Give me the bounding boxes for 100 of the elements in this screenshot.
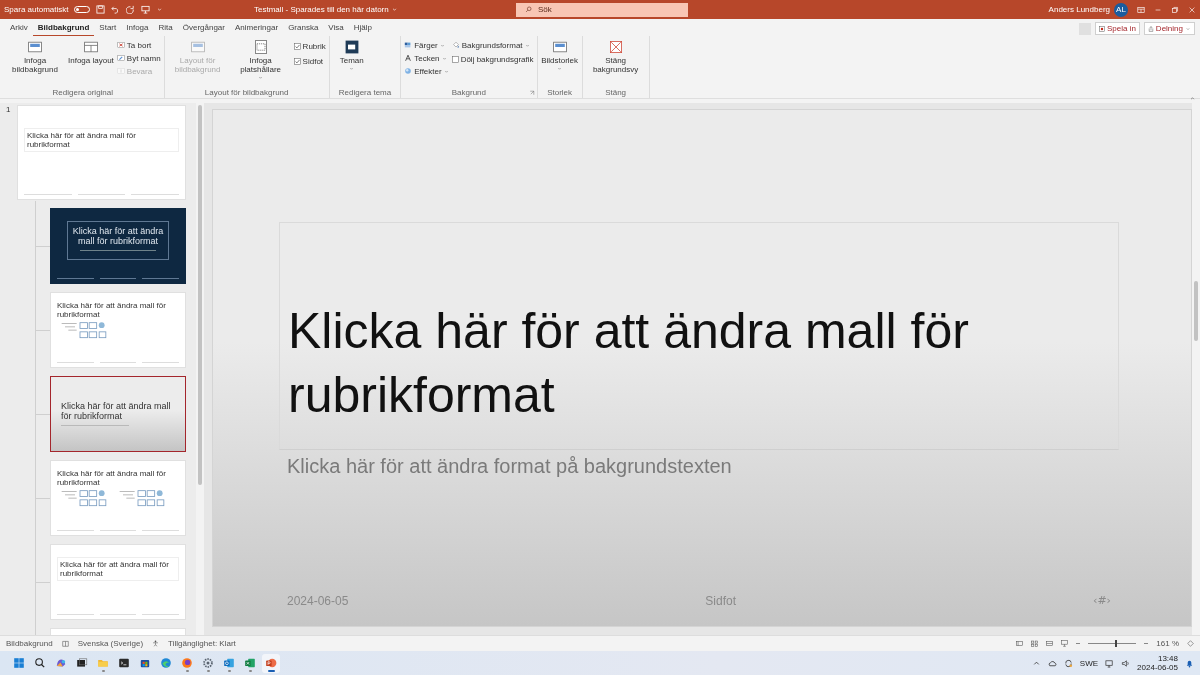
share-button[interactable]: Delning bbox=[1143, 22, 1195, 35]
taskbar-app[interactable] bbox=[262, 653, 280, 673]
caret-icon bbox=[524, 42, 530, 48]
slide-thumbnail[interactable]: Klicka här för att ändra mall för rubrikformat bbox=[50, 208, 186, 284]
search-field[interactable]: Sök bbox=[516, 2, 688, 17]
ribbon-button[interactable]: Teman bbox=[332, 39, 371, 71]
record-button[interactable]: Spela in bbox=[1094, 22, 1140, 35]
caret-icon bbox=[439, 42, 445, 48]
rename-icon bbox=[116, 54, 125, 62]
slide-thumbnail[interactable]: Klicka här för att ändra mall för rubrikformat bbox=[17, 105, 186, 200]
checkbox-checked-icon bbox=[293, 42, 301, 50]
language-label[interactable]: Svenska (Sverige) bbox=[77, 639, 144, 648]
slide-thumbnail[interactable]: Klicka här för att ändra mall för rubrikformat bbox=[50, 460, 186, 536]
zoom-thumb[interactable] bbox=[1114, 640, 1117, 647]
slide-title: Klicka här för att ändra mall för rubrikformat bbox=[288, 302, 970, 425]
thumbnail-title: Klicka här för att ändra mall för rubrikformat bbox=[71, 226, 165, 247]
scrollbar[interactable] bbox=[1192, 103, 1200, 635]
checkbox-checked-icon bbox=[293, 57, 301, 65]
checkbox[interactable]: Rubrik bbox=[293, 39, 326, 53]
caret-icon bbox=[349, 65, 355, 71]
slide-thumbnail[interactable]: Klicka här för att ändra mall för rubrikformat bbox=[50, 544, 186, 620]
checkbox[interactable]: Sidfot bbox=[293, 54, 326, 68]
folder-icon bbox=[97, 657, 109, 669]
slide-thumbnail[interactable]: Klicka här för att ändra mall för rubrikformat bbox=[50, 376, 186, 452]
slide-thumbnail[interactable]: Klicka här för att ändra mall för rubrikformat bbox=[50, 292, 186, 368]
clock-date[interactable]: 2024-06-05 bbox=[1137, 663, 1178, 673]
ribbon-display-icon[interactable] bbox=[1137, 5, 1145, 14]
restore-icon[interactable] bbox=[1171, 5, 1179, 14]
sync-icon[interactable] bbox=[1063, 658, 1073, 668]
group-label: Redigera tema bbox=[338, 88, 392, 97]
thumbnail-title: Klicka här för att ändra mall för rubrikformat bbox=[27, 131, 137, 150]
fit-slide-icon[interactable] bbox=[1187, 640, 1194, 647]
group-label: Bakgrund bbox=[451, 88, 486, 97]
palette-icon bbox=[404, 41, 413, 49]
thumbnail-title: Klicka här för att ändra mall för rubrikformat bbox=[57, 469, 167, 488]
ribbon-button[interactable]: Effekter bbox=[404, 65, 449, 77]
windows-icon bbox=[13, 657, 25, 669]
presentation-icon[interactable] bbox=[1061, 640, 1069, 647]
presentation-icon[interactable] bbox=[141, 5, 151, 14]
ribbon-tab[interactable]: Start bbox=[94, 22, 122, 36]
caret-icon[interactable] bbox=[390, 6, 398, 13]
user-avatar[interactable]: AL bbox=[1114, 2, 1128, 17]
slide-number: 1 bbox=[6, 105, 12, 114]
clock-time[interactable]: 13:48 bbox=[1157, 653, 1178, 663]
group-label: Layout för bildbakgrund bbox=[204, 88, 289, 97]
ribbon-tab[interactable]: Hjälp bbox=[348, 22, 377, 36]
scrollbar[interactable] bbox=[196, 103, 204, 635]
layout-icon bbox=[82, 39, 99, 55]
input-language[interactable]: SWE bbox=[1079, 658, 1099, 668]
ribbon-tab[interactable]: Visa bbox=[323, 22, 349, 36]
thumbnail-title: Klicka här för att ändra mall för rubrikformat bbox=[60, 560, 170, 579]
close-icon bbox=[607, 39, 624, 55]
redo-icon[interactable] bbox=[126, 5, 136, 14]
collapse-ribbon-icon[interactable] bbox=[1189, 95, 1196, 102]
ribbon-tab[interactable]: Infoga bbox=[121, 22, 154, 36]
ribbon-button[interactable]: Bakgrundsformat bbox=[451, 39, 534, 51]
zoom-level[interactable]: 161 % bbox=[1156, 639, 1179, 648]
ribbon-button[interactable]: Byt namn bbox=[116, 52, 161, 64]
normal-view-icon[interactable] bbox=[1016, 640, 1024, 647]
monitor-icon[interactable] bbox=[1105, 658, 1115, 668]
placeholder-icon bbox=[252, 39, 269, 55]
ribbon-tab[interactable]: Övergångar bbox=[177, 22, 230, 36]
close-icon[interactable] bbox=[1188, 5, 1196, 14]
document-title[interactable]: Testmall - Sparades till den här datorn bbox=[254, 5, 389, 14]
title-placeholder[interactable]: Klicka här för att ändra mall för rubrikformat bbox=[279, 222, 1119, 450]
ribbon-button[interactable]: Tecken bbox=[404, 52, 449, 64]
ribbon-button[interactable]: Stäng bakgrundsvy bbox=[585, 39, 646, 75]
accessibility-icon[interactable] bbox=[152, 640, 160, 647]
caret-icon bbox=[1185, 25, 1191, 32]
user-name[interactable]: Anders Lundberg bbox=[1048, 5, 1110, 14]
cloud-icon[interactable] bbox=[1047, 658, 1057, 668]
paint-bucket-icon bbox=[451, 41, 460, 49]
notes-icon[interactable] bbox=[61, 640, 69, 647]
bag-icon bbox=[139, 657, 151, 669]
search-icon bbox=[525, 6, 532, 13]
dialog-launcher-icon[interactable] bbox=[528, 90, 535, 96]
caret-icon bbox=[557, 65, 563, 71]
undo-icon[interactable] bbox=[111, 5, 121, 14]
checkbox[interactable]: Dölj bakgrundsgrafik bbox=[451, 52, 534, 66]
ribbon-button[interactable]: Färger bbox=[404, 39, 449, 51]
reading-view-icon[interactable] bbox=[1046, 640, 1054, 647]
accessibility-status[interactable]: Tillgänglighet: Klart bbox=[168, 639, 236, 648]
ribbon-button[interactable]: Infoga layout bbox=[68, 39, 114, 66]
footer-text: Sidfot bbox=[705, 594, 737, 608]
ribbon-button[interactable]: Infoga platshållare bbox=[230, 39, 291, 80]
group-label: Redigera original bbox=[52, 88, 114, 97]
ribbon-tab[interactable]: Granska bbox=[283, 22, 324, 36]
save-icon[interactable] bbox=[96, 5, 106, 14]
grid-view-icon[interactable] bbox=[1031, 640, 1039, 647]
bell-icon[interactable] bbox=[1185, 658, 1194, 668]
view-label: Bildbakgrund bbox=[6, 639, 53, 648]
ribbon-button[interactable]: Ta bort bbox=[116, 39, 161, 51]
customize-caret-icon[interactable] bbox=[156, 6, 164, 13]
ribbon-tab[interactable]: Rita bbox=[153, 22, 178, 36]
ribbon-button[interactable]: Bildstorlek bbox=[540, 39, 579, 71]
ribbon-tab[interactable]: Animeringar bbox=[230, 22, 284, 36]
checkbox-empty-icon bbox=[451, 55, 459, 63]
ribbon-button[interactable]: Infoga bildbakgrund bbox=[5, 39, 65, 75]
speaker-icon[interactable] bbox=[1121, 658, 1131, 668]
ribbon-tab[interactable]: Arkiv bbox=[5, 22, 33, 36]
